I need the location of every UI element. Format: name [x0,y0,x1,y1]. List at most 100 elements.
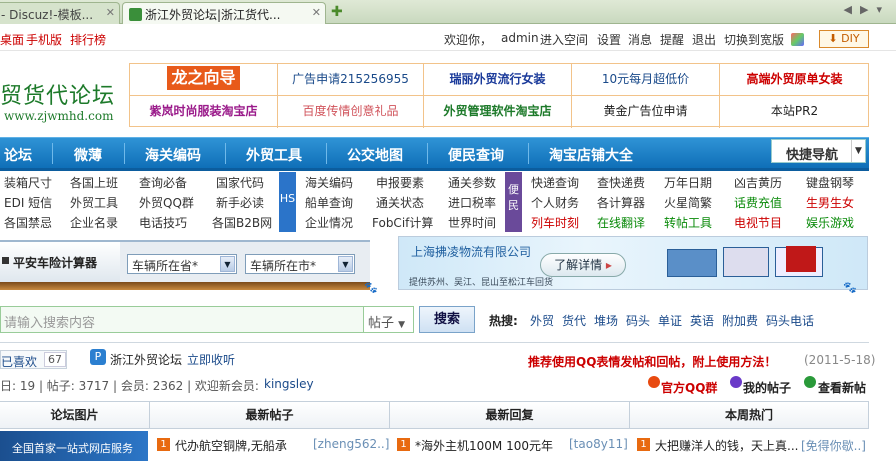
nav-hs-code[interactable]: 海关编码 [145,145,201,165]
hot-search-link[interactable]: 码头电话 [766,312,814,329]
tool-link[interactable]: 列车时刻 [531,214,579,231]
nav-forum[interactable]: 论坛 [4,145,32,165]
tool-link[interactable]: 申报要素 [376,174,424,191]
ad-cell[interactable]: 瑞丽外贸流行女装 [424,64,572,96]
weekly-hot-link[interactable]: 大把赚洋人的钱，天上真... [655,437,798,454]
close-icon[interactable]: ✕ [106,6,115,19]
ad-cell[interactable]: 高端外贸原单女装 [720,64,869,96]
tool-link[interactable]: 装箱尺寸 [4,174,52,191]
ad-cell[interactable]: 广告申请215256955 [278,64,424,96]
browser-tab-discuz[interactable]: - Discuz!-模板... ✕ [0,2,120,24]
nav-bus-map[interactable]: 公交地图 [347,145,403,165]
ad-cell[interactable]: 紫岚时尚服装淘宝店 [130,96,278,128]
tool-link[interactable]: EDI 短信 [4,194,52,211]
paw-icon[interactable]: 🐾 [843,281,857,294]
forum-image-thumb[interactable]: 全国首家一站式网店服务 [0,431,148,461]
space-link[interactable]: 进入空间 [540,31,588,48]
nav-weibo[interactable]: 微薄 [74,145,102,165]
latest-post-link[interactable]: 代办航空铜牌,无船承 [175,437,287,454]
latest-reply-link[interactable]: *海外主机100M 100元年 [415,437,553,454]
settings-link[interactable]: 设置 [597,31,621,48]
paw-icon[interactable]: 🐾 [364,281,378,294]
username-link[interactable]: admin [501,31,539,45]
tab-scroll-arrows-icon[interactable]: ◀▶▾ [844,3,890,16]
ad-longzhi[interactable]: 龙之向导 [167,66,240,90]
tool-link[interactable]: 进口税率 [448,194,496,211]
hot-search-link[interactable]: 单证 [658,312,682,329]
promo-link[interactable]: 推荐使用QQ表情发帖和回帖，附上使用方法！ [528,353,776,370]
desktop-link[interactable]: 桌面 [0,31,24,48]
tool-link[interactable]: 火星简繁 [664,194,712,211]
ad-cell[interactable]: 百度传情创意礼品 [278,96,424,128]
tool-link[interactable]: 万年日期 [664,174,712,191]
my-posts-link[interactable]: 我的帖子 [743,379,791,396]
hot-search-link[interactable]: 外贸 [530,312,554,329]
search-input[interactable]: 请输入搜索内容 [0,306,364,333]
tool-link[interactable]: 电视节目 [734,214,782,231]
nav-convenience[interactable]: 便民查询 [448,145,504,165]
new-tab-icon[interactable]: ✚ [331,4,343,20]
ad-cell[interactable]: 黄金广告位申请 [572,96,720,128]
tool-link[interactable]: 各计算器 [597,194,645,211]
site-logo-text[interactable]: 贸货代论坛 [0,78,115,110]
tool-link[interactable]: 船单查询 [305,194,353,211]
tool-link[interactable]: 海关编码 [305,174,353,191]
tool-link[interactable]: 个人财务 [531,194,579,211]
learn-more-button[interactable]: 了解详情 ▸ [540,253,626,277]
tool-link[interactable]: 话费充值 [734,194,782,211]
tool-link[interactable]: FobCif计算 [372,214,433,231]
messages-link[interactable]: 消息 [628,31,652,48]
ad-cell[interactable]: 10元每月超低价 [572,64,720,96]
mobile-link[interactable]: 手机版 [26,31,62,48]
hot-search-link[interactable]: 货代 [562,312,586,329]
ad-cell[interactable]: 龙之向导 [130,64,278,96]
tool-link[interactable]: 键盘钢琴 [806,174,854,191]
listen-link[interactable]: 立即收听 [187,351,235,368]
ad-cell[interactable]: 本站PR2 [720,96,869,128]
tool-link[interactable]: 企业名录 [70,214,118,231]
search-category-select[interactable]: 帖子 ▼ [364,306,414,333]
tool-link[interactable]: 电话技巧 [139,214,187,231]
tool-link[interactable]: 生男生女 [806,194,854,211]
tool-link[interactable]: 新手必读 [216,194,264,211]
tool-link[interactable]: 各国上班 [70,174,118,191]
notify-link[interactable]: 提醒 [660,31,684,48]
qq-group-link[interactable]: 官方QQ群 [661,379,717,396]
style-switch-icon[interactable] [791,33,804,46]
tool-link[interactable]: 娱乐游戏 [806,214,854,231]
hot-search-link[interactable]: 英语 [690,312,714,329]
tool-link[interactable]: 查询必备 [139,174,187,191]
province-select[interactable]: 车辆所在省* ▼ [127,254,237,274]
nav-taobao[interactable]: 淘宝店铺大全 [549,145,633,165]
diy-button[interactable]: ⬇ DIY [819,30,869,48]
tool-link[interactable]: 通关状态 [376,194,424,211]
logout-link[interactable]: 退出 [692,31,716,48]
tool-link[interactable]: 在线翻译 [597,214,645,231]
quick-nav-dropdown[interactable]: 快捷导航 ▼ [771,139,866,163]
tool-link[interactable]: 世界时间 [448,214,496,231]
hot-search-link[interactable]: 堆场 [594,312,618,329]
tool-link[interactable]: 外贸工具 [70,194,118,211]
reply-author[interactable]: [tao8y11] [569,437,628,451]
tool-link[interactable]: 快递查询 [531,174,579,191]
city-select[interactable]: 车辆所在市* ▼ [245,254,355,274]
ranking-link[interactable]: 排行榜 [70,31,106,48]
nav-trade-tools[interactable]: 外贸工具 [246,145,302,165]
tool-link[interactable]: 查快递费 [597,174,645,191]
hot-search-link[interactable]: 码头 [626,312,650,329]
tool-link[interactable]: 外贸QQ群 [139,194,194,211]
tool-link[interactable]: 各国禁忌 [4,214,52,231]
browser-tab-forum[interactable]: 浙江外贸论坛|浙江货代... ✕ [122,2,326,24]
tool-link[interactable]: 凶吉黄历 [734,174,782,191]
ad-cell[interactable]: 外贸管理软件淘宝店 [424,96,572,128]
tool-link[interactable]: 企业情况 [305,214,353,231]
hot-search-link[interactable]: 附加费 [722,312,758,329]
post-author[interactable]: [zheng562..] [313,437,389,451]
hot-author[interactable]: [免得你歇..] [801,437,866,454]
search-button[interactable]: 搜索 [419,306,475,333]
view-new-link[interactable]: 查看新帖 [818,379,866,396]
wide-mode-link[interactable]: 切换到宽版 [724,31,784,48]
tool-link[interactable]: 各国B2B网 [212,214,272,231]
new-member-link[interactable]: kingsley [264,377,314,391]
close-icon[interactable]: ✕ [312,6,321,19]
